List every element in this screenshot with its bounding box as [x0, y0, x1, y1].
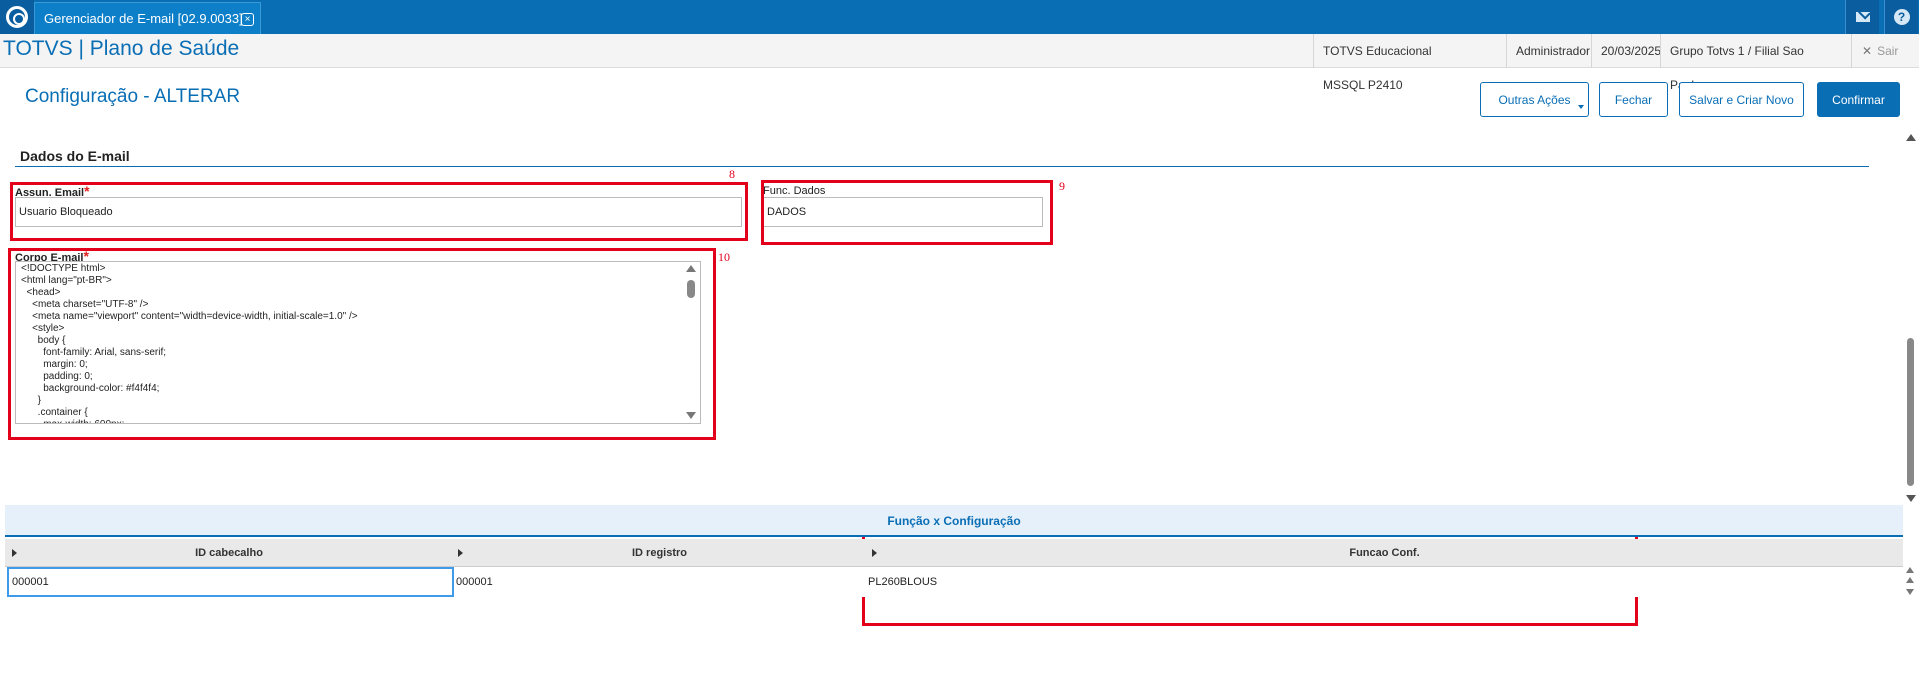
close-button[interactable]: Fechar	[1599, 82, 1668, 117]
column-header-id-cabecalho[interactable]: ID cabecalho	[5, 539, 453, 567]
scroll-up-icon[interactable]	[1906, 567, 1914, 573]
scroll-up-icon[interactable]	[1906, 134, 1916, 141]
scroll-up-icon[interactable]	[1906, 577, 1914, 583]
column-header-id-registro[interactable]: ID registro	[453, 539, 866, 567]
grid-title: Função x Configuração	[887, 514, 1021, 528]
cell-id-cabecalho[interactable]: 000001	[7, 567, 454, 597]
date-label: 20/03/2025	[1591, 34, 1661, 68]
save-and-new-button[interactable]: Salvar e Criar Novo	[1679, 82, 1804, 117]
scroll-down-icon[interactable]	[1906, 589, 1914, 595]
section-title: Dados do E-mail	[20, 148, 130, 164]
annotation-number-8: 8	[729, 167, 735, 181]
annotation-number-10: 10	[718, 250, 730, 264]
tab-close-icon[interactable]: ×	[241, 13, 254, 26]
cell-funcao-conf[interactable]: PL260BLOUS	[868, 567, 1568, 597]
save-and-new-label: Salvar e Criar Novo	[1689, 92, 1794, 107]
grid-header: ID cabecalho ID registro Funcao Conf.	[5, 539, 1903, 567]
help-icon[interactable]: ?	[1884, 0, 1918, 34]
annotation-box-10	[8, 248, 716, 440]
tab-email-manager[interactable]: Gerenciador de E-mail [02.9.0033] ×	[34, 2, 261, 34]
tab-title: Gerenciador de E-mail [02.9.0033]	[44, 11, 243, 26]
close-icon: ✕	[1862, 44, 1873, 58]
other-actions-label: Outras Ações	[1498, 92, 1571, 107]
confirm-button[interactable]: Confirmar	[1817, 82, 1900, 117]
environment-label: TOTVS Educacional MSSQL P2410	[1313, 34, 1472, 92]
column-header-funcao-conf[interactable]: Funcao Conf.	[866, 539, 1903, 567]
top-bar: Gerenciador de E-mail [02.9.0033] × ?	[0, 0, 1919, 34]
logout-button[interactable]: ✕ Sair	[1851, 34, 1919, 68]
app-title: TOTVS | Plano de Saúde	[3, 37, 240, 60]
table-row[interactable]: 000001 000001 PL260BLOUS	[5, 567, 1903, 597]
close-label: Fechar	[1614, 92, 1653, 107]
logout-label: Sair	[1877, 44, 1899, 58]
annotation-box-8	[10, 182, 748, 241]
user-label: Administrador	[1506, 34, 1592, 68]
confirm-label: Confirmar	[1832, 92, 1885, 107]
mail-icon[interactable]	[1845, 0, 1879, 34]
grid-scrollbar[interactable]	[1903, 565, 1917, 597]
scroll-down-icon[interactable]	[1906, 495, 1916, 502]
chevron-down-icon	[1578, 105, 1584, 109]
grid-title-bar: Função x Configuração	[5, 505, 1903, 537]
page-scrollbar[interactable]	[1903, 132, 1917, 504]
page-title: Configuração - ALTERAR	[25, 86, 241, 107]
app-header: TOTVS | Plano de Saúde TOTVS Educacional…	[0, 34, 1919, 92]
other-actions-button[interactable]: Outras Ações	[1480, 82, 1589, 117]
cell-id-registro[interactable]: 000001	[456, 567, 856, 597]
annotation-number-9: 9	[1059, 179, 1065, 193]
scrollbar-thumb[interactable]	[1907, 338, 1914, 486]
annotation-box-9	[761, 180, 1053, 245]
section-divider	[15, 166, 1869, 167]
branch-label: Grupo Totvs 1 / Filial Sao Paul	[1660, 34, 1825, 92]
totvs-logo-icon[interactable]	[0, 0, 34, 34]
